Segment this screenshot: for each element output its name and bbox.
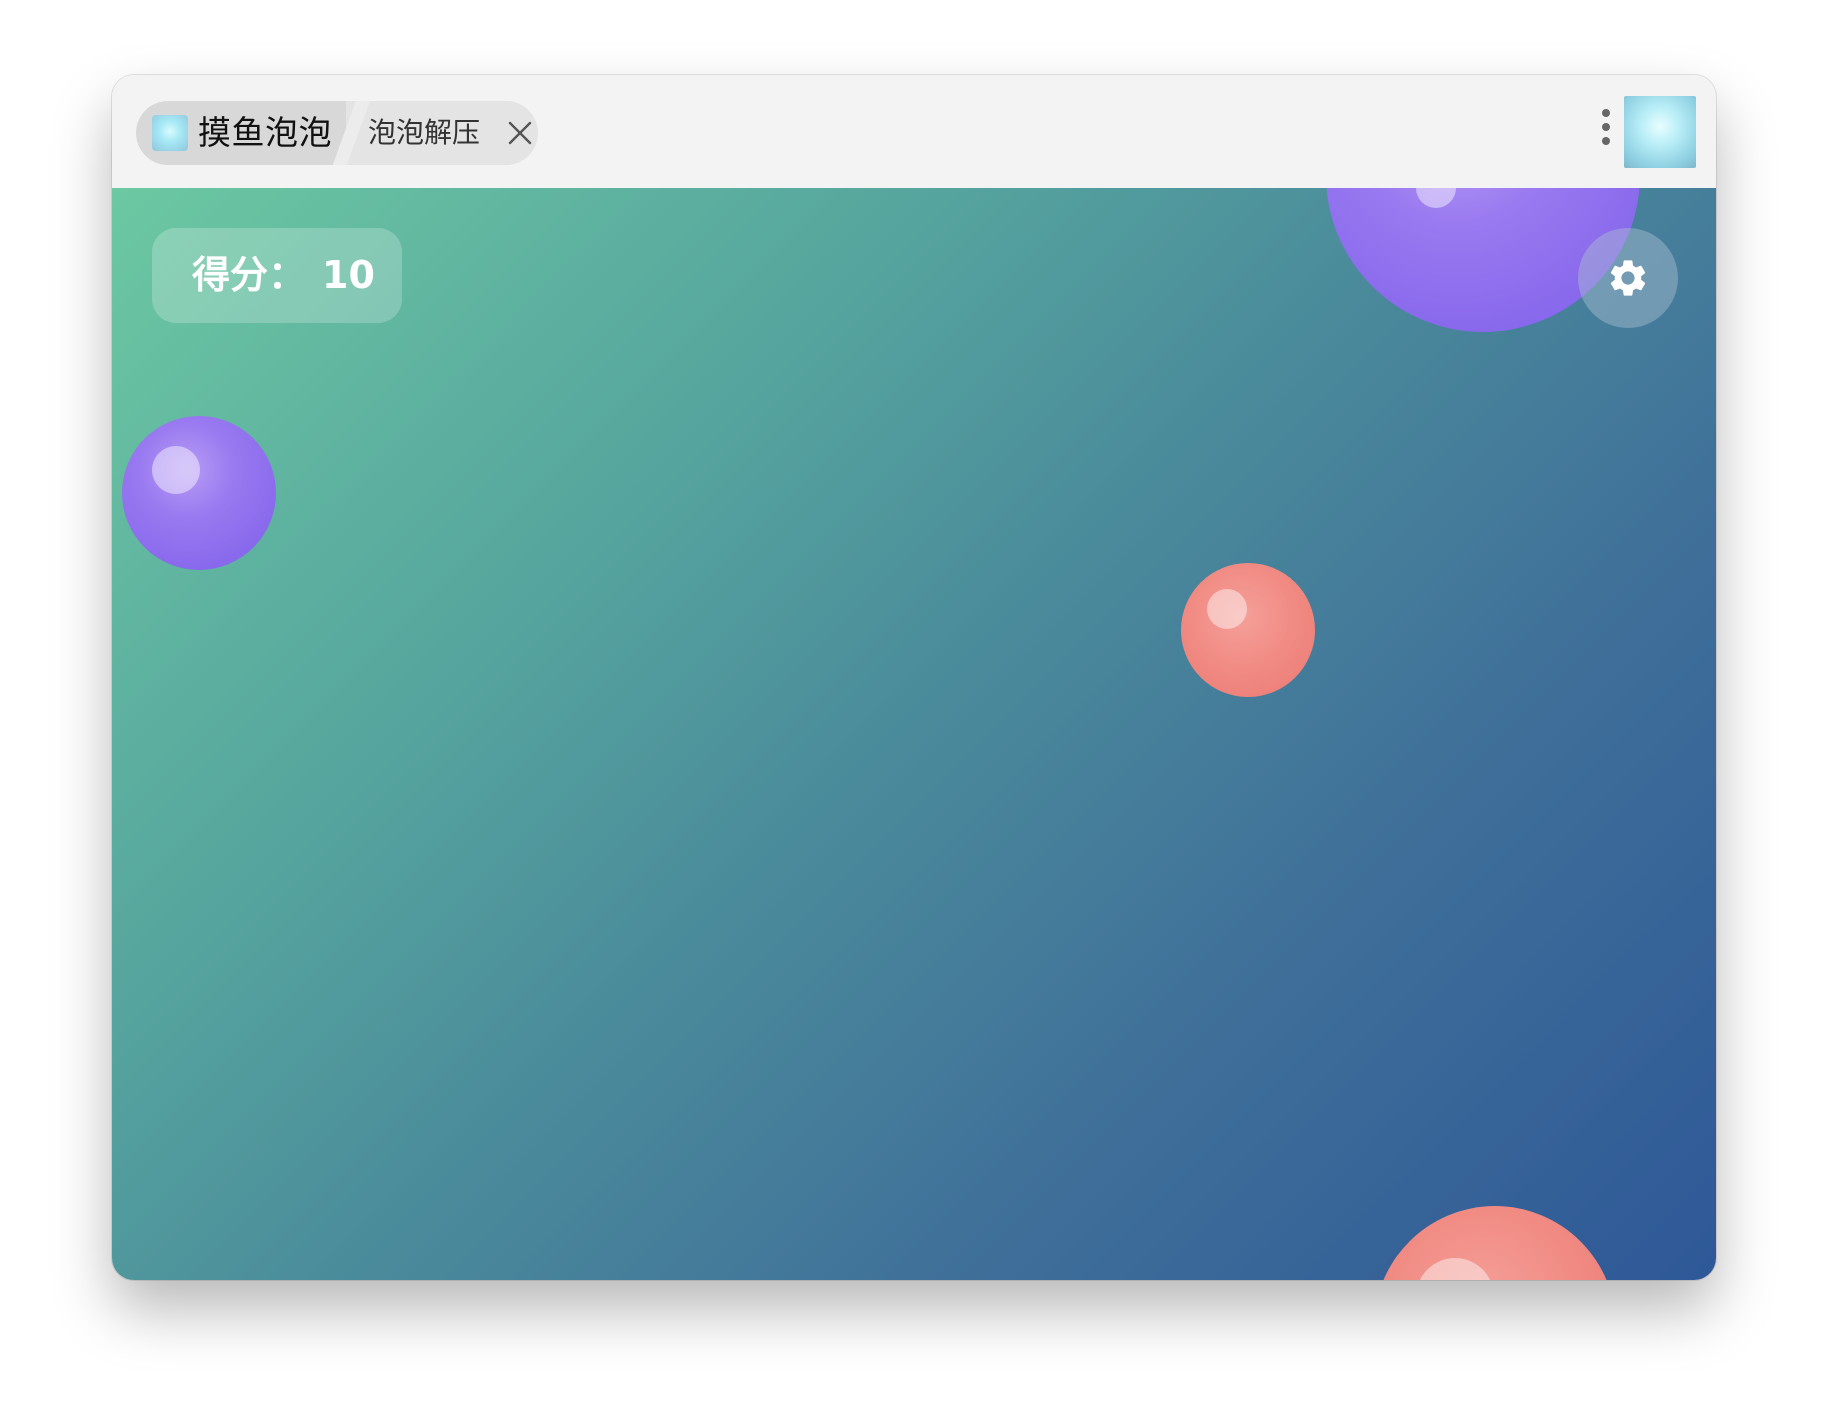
app-name: 摸鱼泡泡 bbox=[198, 113, 332, 152]
score-panel: 得分： 10 bbox=[152, 228, 402, 323]
kebab-menu-icon[interactable] bbox=[1598, 109, 1614, 155]
app-window: 摸鱼泡泡 泡泡解压 得分： 10 bbox=[112, 75, 1716, 1280]
purple-bubble[interactable] bbox=[122, 416, 276, 570]
score-value: 10 bbox=[322, 253, 375, 297]
coral-bubble[interactable] bbox=[1181, 563, 1315, 697]
tab-strip: 摸鱼泡泡 泡泡解压 bbox=[136, 101, 538, 165]
bubble-thumbnail[interactable] bbox=[1624, 96, 1696, 168]
settings-button[interactable] bbox=[1578, 228, 1678, 328]
gear-icon bbox=[1610, 260, 1646, 296]
score-label: 得分： bbox=[192, 253, 307, 297]
coral-bubble[interactable] bbox=[1374, 1206, 1616, 1280]
close-icon[interactable] bbox=[506, 119, 534, 147]
game-area[interactable]: 得分： 10 bbox=[112, 188, 1716, 1280]
tab-title[interactable]: 泡泡解压 bbox=[368, 101, 480, 165]
title-bar: 摸鱼泡泡 泡泡解压 bbox=[112, 75, 1716, 188]
bubble-app-icon bbox=[152, 115, 188, 151]
